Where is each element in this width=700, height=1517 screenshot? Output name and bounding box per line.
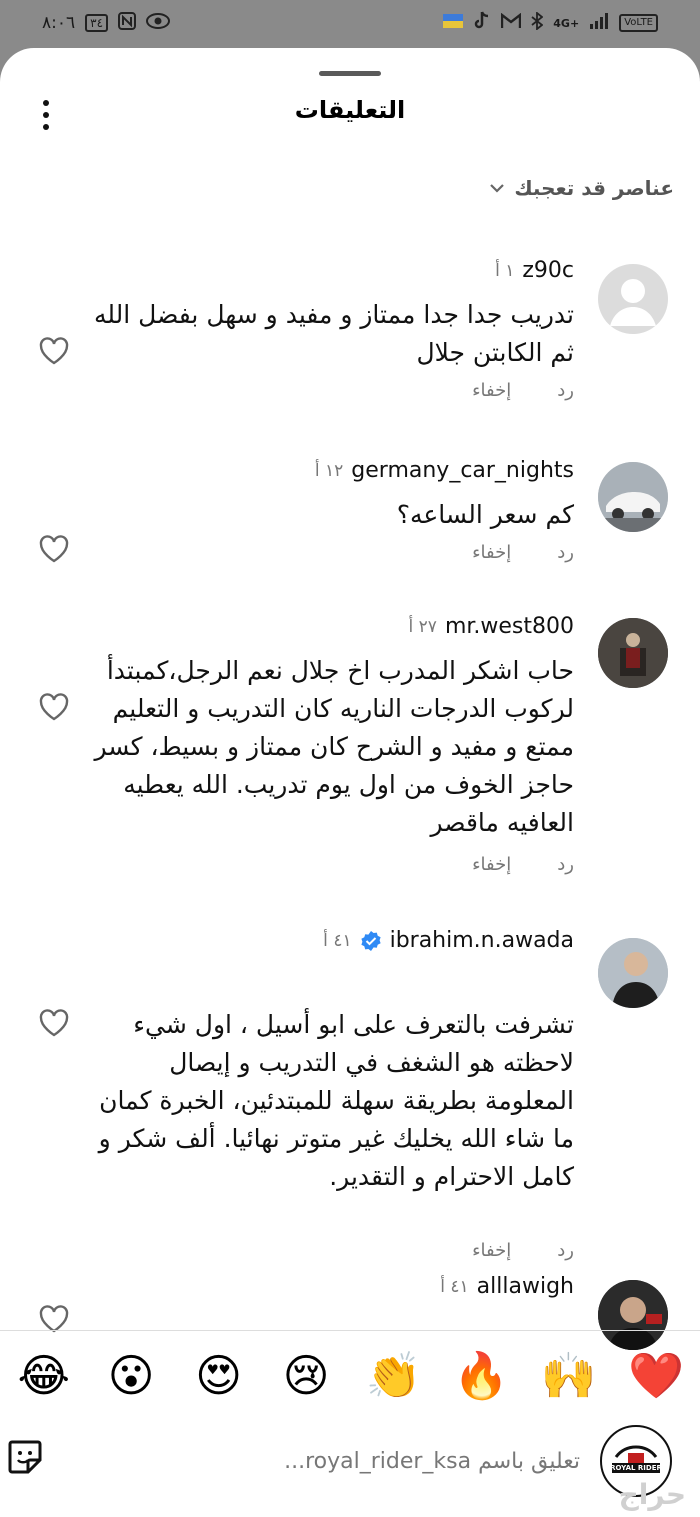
laughing-emoji-button[interactable]: 😂 [14,1349,74,1402]
comment-actions: رد إخفاء [472,854,574,875]
heart-icon[interactable] [38,336,70,366]
status-right: 4G+ VoLTE [443,10,658,36]
heart-icon[interactable] [38,1008,70,1038]
username-link[interactable]: ibrahim.n.awada [390,928,574,953]
comment-input[interactable] [98,1440,582,1482]
filter-dropdown[interactable]: عناصر قد تعجبك [488,176,674,200]
gmail-icon [501,12,522,34]
username-link[interactable]: mr.west800 [445,614,574,639]
hide-button[interactable]: إخفاء [472,1240,511,1261]
heart-emoji-button[interactable]: ❤️ [626,1349,686,1402]
my-avatar-logo-text: ROYAL RIDER [610,1464,662,1472]
status-time: ٨:٠٦ [42,13,76,33]
more-dot-icon [43,124,49,130]
comment-time: ٤١ أ [440,1276,469,1297]
watermark-logo: حراج [618,1478,686,1511]
comment-time: ٢٧ أ [408,616,437,637]
tiktok-icon [473,11,491,36]
heart-icon[interactable] [38,534,70,564]
crying-emoji-button[interactable]: 😢 [276,1349,336,1402]
sticker-icon[interactable] [6,1438,44,1476]
comment-time: ١٢ أ [314,460,344,481]
comment-time: ٤١ أ [323,930,352,951]
username-link[interactable]: z90c [522,258,574,283]
comment-time: ١ أ [495,260,515,281]
eye-icon [146,12,171,34]
chevron-down-icon [490,184,505,193]
comment-actions: رد إخفاء [472,380,574,401]
reply-button[interactable]: رد [557,854,574,875]
signal-icon [589,12,609,34]
username-row: z90c ١ أ [495,258,574,283]
comment-text: تشرفت بالتعرف على ابو أسيل ، اول شيء لاح… [98,1010,574,1191]
network-type: 4G+ [553,16,580,30]
comment-actions: رد إخفاء [472,1240,574,1261]
comment-text: كم سعر الساعه؟ [396,500,574,529]
user-avatar[interactable] [598,938,668,1008]
username-row: ibrahim.n.awada ٤١ أ [323,928,574,953]
bluetooth-icon [531,10,544,35]
hide-button[interactable]: إخفاء [472,854,511,875]
emoji-reaction-bar: ❤️ 🙌 🔥 👏 😢 😍 😮 😂 [0,1340,700,1410]
status-bar: ٨:٠٦ ٣٤ 4G+ VoLTE [0,0,700,46]
user-avatar[interactable] [598,618,668,688]
hide-button[interactable]: إخفاء [472,542,511,563]
username-row: germany_car_nights ١٢ أ [315,458,574,483]
volte-badge: VoLTE [619,14,658,32]
comment-text: تدريب جدا جدا ممتاز و مفيد و سهل بفضل ال… [93,300,574,367]
heart-icon[interactable] [38,692,70,722]
cast-icon [443,13,464,33]
username-row: alllawigh ٤١ أ [440,1274,574,1299]
comment-actions: رد إخفاء [472,542,574,563]
reply-button[interactable]: رد [557,380,574,401]
user-avatar[interactable] [598,462,668,532]
comment-input-bar: ROYAL RIDER [0,1420,700,1510]
sheet-title: التعليقات [294,96,406,124]
heart-eyes-emoji-button[interactable]: 😍 [189,1349,249,1402]
username-row: mr.west800 ٢٧ أ [409,614,574,639]
filter-label: عناصر قد تعجبك [514,176,674,200]
reply-button[interactable]: رد [557,1240,574,1261]
surprised-emoji-button[interactable]: 😮 [101,1349,161,1402]
comments-sheet: التعليقات عناصر قد تعجبك z90c ١ أ تدريب … [0,48,700,1517]
raised-hands-emoji-button[interactable]: 🙌 [539,1349,599,1402]
status-left: ٨:٠٦ ٣٤ [42,11,171,35]
fire-emoji-button[interactable]: 🔥 [451,1349,511,1402]
clapping-emoji-button[interactable]: 👏 [364,1349,424,1402]
username-link[interactable]: germany_car_nights [351,458,574,483]
emoji-bar-divider [0,1330,700,1331]
user-avatar[interactable] [598,264,668,334]
reply-button[interactable]: رد [557,542,574,563]
hide-button[interactable]: إخفاء [472,380,511,401]
comment-text: حاب اشكر المدرب اخ جلال نعم الرجل،كمبتدأ… [94,656,575,837]
battery-indicator: ٣٤ [85,14,109,32]
nfc-icon [118,11,137,35]
username-link[interactable]: alllawigh [477,1274,574,1299]
drag-handle[interactable] [319,71,381,76]
verified-badge-icon [360,930,381,951]
